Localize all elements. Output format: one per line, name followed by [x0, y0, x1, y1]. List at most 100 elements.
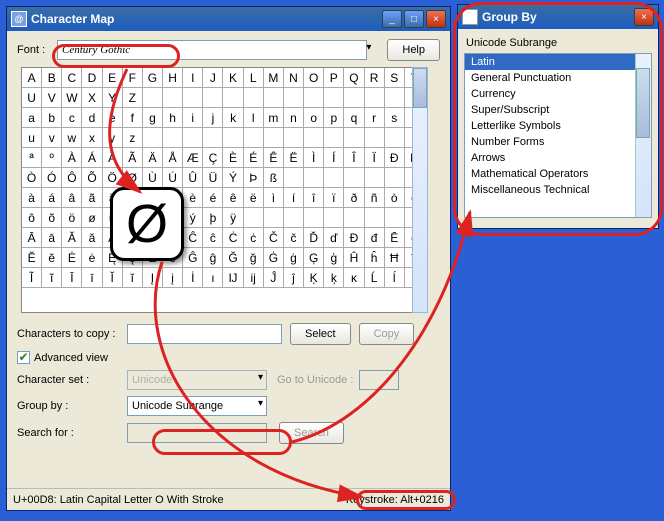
char-cell[interactable]: º: [42, 148, 62, 168]
char-cell[interactable]: Č: [264, 228, 284, 248]
char-cell[interactable]: [163, 88, 183, 108]
char-cell[interactable]: U: [22, 88, 42, 108]
char-cell[interactable]: č: [284, 228, 304, 248]
char-cell[interactable]: ı: [203, 268, 223, 288]
char-cell[interactable]: É: [244, 148, 264, 168]
char-cell[interactable]: ĝ: [203, 248, 223, 268]
char-cell[interactable]: i: [183, 108, 203, 128]
char-cell[interactable]: ý: [183, 208, 203, 228]
groupby-close-button[interactable]: ×: [634, 8, 654, 26]
char-cell[interactable]: ĭ: [123, 268, 143, 288]
char-cell[interactable]: [365, 128, 385, 148]
groupby-item[interactable]: Currency: [465, 86, 651, 102]
char-cell[interactable]: Î: [344, 148, 364, 168]
char-cell[interactable]: Ç: [203, 148, 223, 168]
char-cell[interactable]: Y: [103, 88, 123, 108]
char-cell[interactable]: Ù: [143, 168, 163, 188]
char-cell[interactable]: Ë: [284, 148, 304, 168]
character-grid[interactable]: ABCDEFGHIJKLMNOPQRSTUVWXYZabcdefghijklmn…: [21, 67, 426, 313]
char-cell[interactable]: [344, 128, 364, 148]
char-cell[interactable]: ă: [82, 228, 102, 248]
scroll-thumb[interactable]: [413, 68, 427, 108]
char-cell[interactable]: a: [22, 108, 42, 128]
char-cell[interactable]: x: [82, 128, 102, 148]
char-cell[interactable]: õ: [42, 208, 62, 228]
char-cell[interactable]: K: [223, 68, 243, 88]
char-cell[interactable]: Ĕ: [22, 248, 42, 268]
char-cell[interactable]: Į: [143, 268, 163, 288]
char-cell[interactable]: [244, 128, 264, 148]
char-cell[interactable]: Ċ: [223, 228, 243, 248]
char-cell[interactable]: ð: [344, 188, 364, 208]
char-cell[interactable]: À: [62, 148, 82, 168]
char-cell[interactable]: m: [264, 108, 284, 128]
char-cell[interactable]: â: [62, 188, 82, 208]
char-cell[interactable]: Õ: [82, 168, 102, 188]
char-cell[interactable]: w: [62, 128, 82, 148]
groupby-item[interactable]: Number Forms: [465, 134, 651, 150]
char-cell[interactable]: Ĩ: [22, 268, 42, 288]
char-cell[interactable]: v: [42, 128, 62, 148]
char-cell[interactable]: [223, 128, 243, 148]
char-cell[interactable]: Á: [82, 148, 102, 168]
char-cell[interactable]: P: [324, 68, 344, 88]
char-cell[interactable]: ī: [82, 268, 102, 288]
char-cell[interactable]: è: [183, 188, 203, 208]
char-cell[interactable]: b: [42, 108, 62, 128]
char-cell[interactable]: Ķ: [304, 268, 324, 288]
char-cell[interactable]: O: [304, 68, 324, 88]
char-cell[interactable]: ß: [264, 168, 284, 188]
groupby-scroll-thumb[interactable]: [636, 68, 650, 138]
char-cell[interactable]: z: [123, 128, 143, 148]
char-cell[interactable]: J: [203, 68, 223, 88]
maximize-button[interactable]: □: [404, 10, 424, 28]
char-cell[interactable]: ê: [223, 188, 243, 208]
char-cell[interactable]: Þ: [244, 168, 264, 188]
chars-to-copy-input[interactable]: [127, 324, 282, 344]
char-cell[interactable]: s: [385, 108, 405, 128]
char-cell[interactable]: [324, 168, 344, 188]
char-cell[interactable]: y: [103, 128, 123, 148]
char-cell[interactable]: ï: [324, 188, 344, 208]
char-cell[interactable]: E: [103, 68, 123, 88]
char-cell[interactable]: [304, 208, 324, 228]
char-cell[interactable]: Ă: [62, 228, 82, 248]
char-cell[interactable]: à: [22, 188, 42, 208]
char-cell[interactable]: [344, 88, 364, 108]
char-cell[interactable]: ò: [385, 188, 405, 208]
char-cell[interactable]: [344, 168, 364, 188]
char-cell[interactable]: đ: [365, 228, 385, 248]
char-cell[interactable]: ĵ: [284, 268, 304, 288]
minimize-button[interactable]: _: [382, 10, 402, 28]
char-cell[interactable]: [385, 208, 405, 228]
char-cell[interactable]: ĳ: [244, 268, 264, 288]
char-cell[interactable]: ĸ: [344, 268, 364, 288]
char-cell[interactable]: q: [344, 108, 364, 128]
char-cell[interactable]: [264, 88, 284, 108]
char-cell[interactable]: [163, 128, 183, 148]
char-cell[interactable]: [284, 128, 304, 148]
char-cell[interactable]: Ğ: [223, 248, 243, 268]
char-cell[interactable]: Å: [163, 148, 183, 168]
char-cell[interactable]: n: [284, 108, 304, 128]
char-cell[interactable]: [385, 88, 405, 108]
grid-scrollbar[interactable]: [412, 67, 428, 313]
char-cell[interactable]: H: [163, 68, 183, 88]
char-cell[interactable]: l: [244, 108, 264, 128]
char-cell[interactable]: ø: [82, 208, 102, 228]
char-cell[interactable]: ª: [22, 148, 42, 168]
char-cell[interactable]: u: [22, 128, 42, 148]
groupby-item[interactable]: General Punctuation: [465, 70, 651, 86]
groupby-select[interactable]: Unicode Subrange: [127, 396, 267, 416]
groupby-item[interactable]: Miscellaneous Technical: [465, 182, 651, 198]
char-cell[interactable]: Ä: [143, 148, 163, 168]
char-cell[interactable]: ė: [82, 248, 102, 268]
char-cell[interactable]: Ħ: [385, 248, 405, 268]
char-cell[interactable]: ĥ: [365, 248, 385, 268]
char-cell[interactable]: İ: [183, 268, 203, 288]
char-cell[interactable]: ķ: [324, 268, 344, 288]
char-cell[interactable]: Ē: [385, 228, 405, 248]
help-button[interactable]: Help: [387, 39, 440, 61]
char-cell[interactable]: Ė: [62, 248, 82, 268]
char-cell[interactable]: B: [42, 68, 62, 88]
